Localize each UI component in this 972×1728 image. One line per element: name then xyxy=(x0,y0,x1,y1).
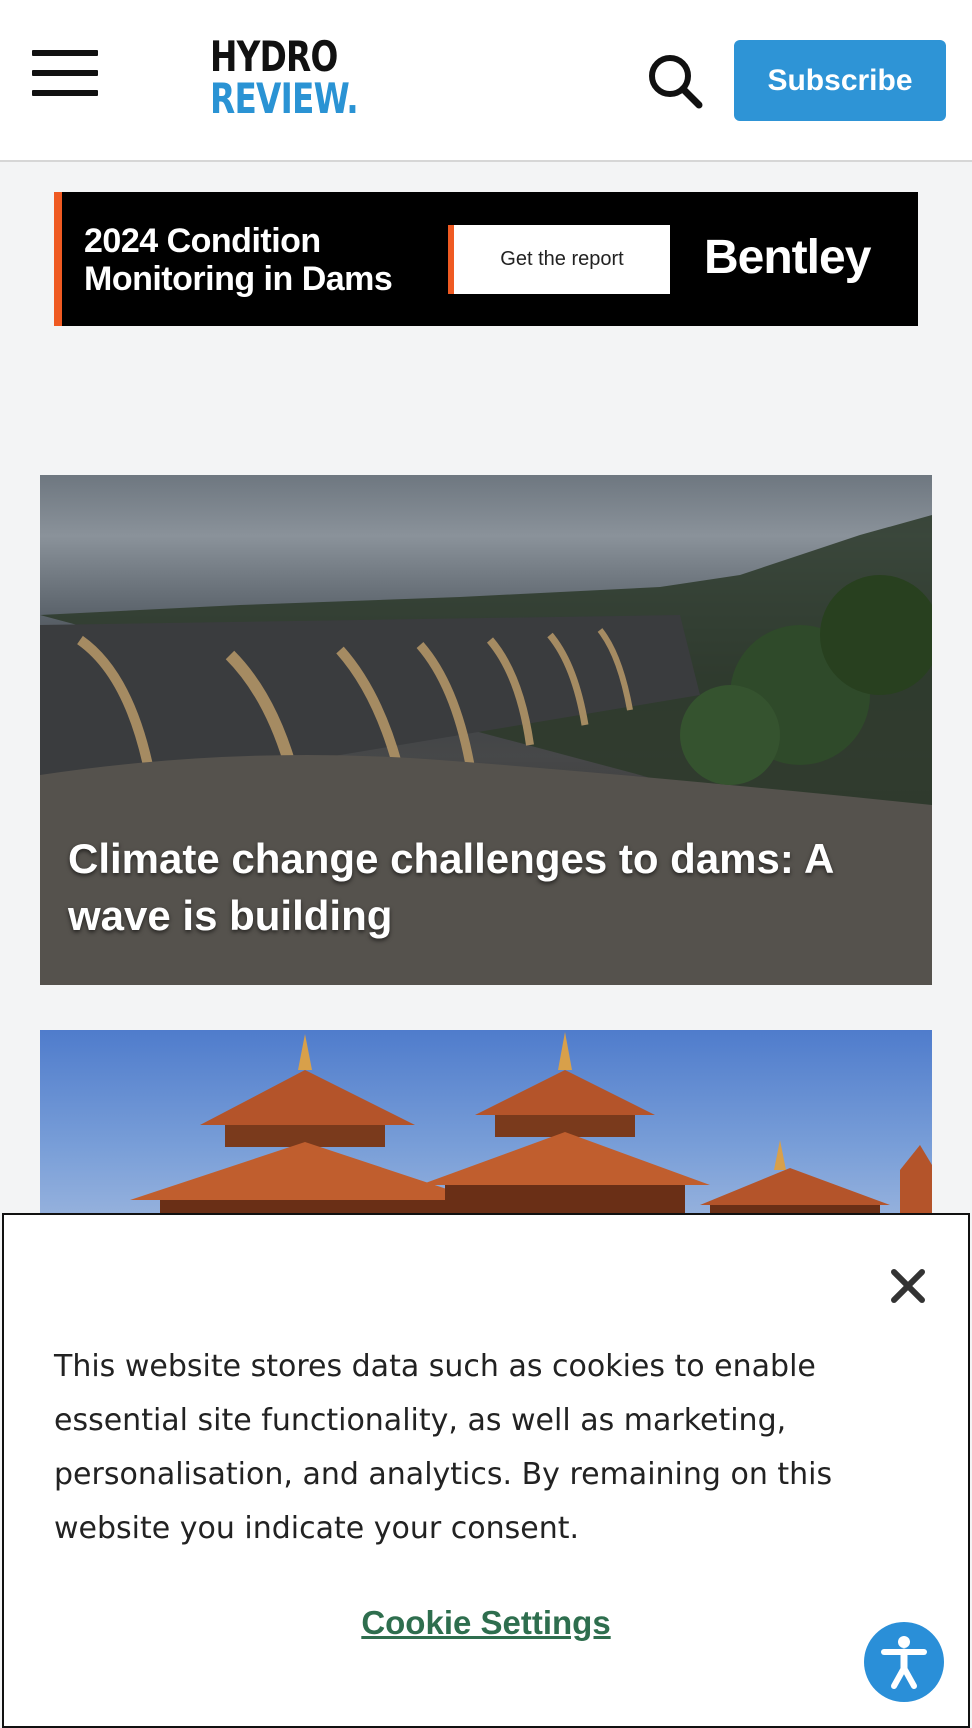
article-card[interactable]: Climate change challenges to dams: A wav… xyxy=(40,475,932,985)
search-icon[interactable] xyxy=(646,52,704,110)
site-logo[interactable]: HYDRO REVIEW. xyxy=(210,36,360,126)
ad-title: 2024 Condition Monitoring in Dams xyxy=(84,222,393,298)
accessibility-icon xyxy=(881,1636,927,1689)
cookie-settings-link[interactable]: Cookie Settings xyxy=(0,1604,972,1642)
ad-banner[interactable]: 2024 Condition Monitoring in Dams Get th… xyxy=(54,192,918,326)
site-header: HYDRO REVIEW. Subscribe xyxy=(0,0,972,162)
accessibility-button[interactable] xyxy=(864,1622,944,1702)
cookie-message: This website stores data such as cookies… xyxy=(54,1349,833,1546)
ad-brand-logo: Bentley xyxy=(704,231,871,284)
article-image-temples xyxy=(130,1032,932,1230)
hamburger-menu-icon[interactable] xyxy=(32,50,98,96)
close-icon[interactable] xyxy=(888,1266,928,1306)
article-title[interactable]: Climate change challenges to dams: A wav… xyxy=(68,830,908,944)
article-card[interactable] xyxy=(40,1030,932,1230)
logo-review-text: REVIEW. xyxy=(210,74,359,123)
ad-get-report-button[interactable]: Get the report xyxy=(448,225,670,294)
subscribe-button[interactable]: Subscribe xyxy=(734,40,946,121)
ad-accent-bar xyxy=(54,192,62,326)
logo-hydro-text: HYDRO xyxy=(210,32,338,81)
